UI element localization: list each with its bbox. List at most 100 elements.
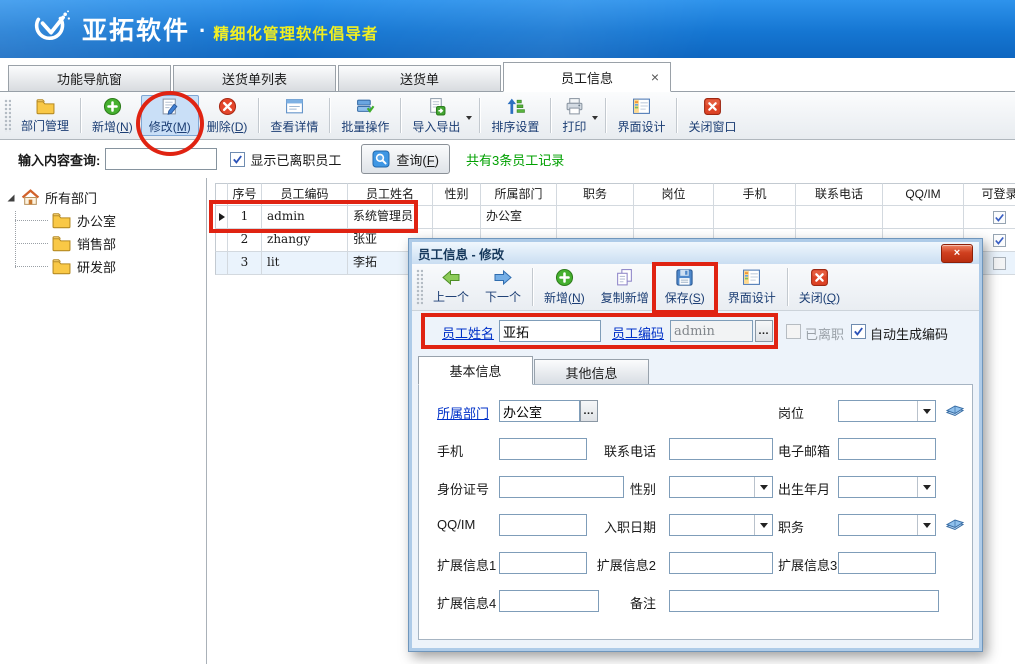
dialog-tab-2[interactable]: 其他信息 [534,359,649,384]
field-combo[interactable] [838,476,936,498]
arrowL-icon [441,269,461,286]
field-label: 入职日期 [547,517,656,536]
toolbar-button-label: 新增(N) [544,289,585,306]
combo-arrow-icon[interactable] [917,515,935,535]
field-combo[interactable] [669,476,773,498]
tree-root-all-departments[interactable]: 所有部门 [0,186,206,209]
table-cell [883,206,964,229]
toolbar-button[interactable]: 查看详情 [262,95,326,136]
toolbar-button-label: 部门管理 [21,117,69,134]
combo-arrow-icon[interactable] [917,477,935,497]
toolbar-button[interactable]: 界面设计 [609,95,673,136]
toolbar-button[interactable]: 上一个 [425,265,477,309]
tab-close-icon[interactable]: × [651,70,659,84]
toolbar-separator [676,98,677,133]
tab-2[interactable]: 送货单列表 [173,65,336,91]
column-header[interactable]: 联系电话 [796,183,883,206]
field-input[interactable] [669,438,773,460]
toolbar-button[interactable]: 保存(S) [657,265,713,309]
column-header[interactable]: 员工姓名 [348,183,433,206]
dialog-tab-1[interactable]: 基本信息 [418,356,533,385]
toolbar-button-label: 上一个 [433,288,469,305]
dropdown-caret-icon[interactable] [466,116,472,120]
column-header[interactable]: 所属部门 [481,183,557,206]
toolbar-button[interactable]: 部门管理 [13,95,77,136]
toolbar-separator [605,98,606,133]
tab-3[interactable]: 送货单 [338,65,501,91]
tab-label: 送货单 [400,69,439,88]
show-resigned-checkbox[interactable] [230,152,245,167]
toolbar-button[interactable]: 关闭(Q) [791,265,848,309]
column-header[interactable]: 职务 [557,183,634,206]
toolbar-button[interactable]: 删除(D) [199,95,256,136]
field-combo[interactable] [669,514,773,536]
field-label: 扩展信息2 [547,555,656,574]
field-label: QQ/IM [437,517,475,532]
design-icon [632,97,651,116]
field-input[interactable] [669,590,939,612]
field-combo[interactable] [838,514,936,536]
tab-label: 送货单列表 [222,69,287,88]
column-header[interactable]: 岗位 [634,183,714,206]
code-ellipsis-button[interactable]: … [755,320,773,342]
can-login-checkbox[interactable] [964,206,1015,229]
column-header[interactable]: QQ/IM [883,183,964,206]
field-input[interactable] [669,552,773,574]
tab-4[interactable]: 员工信息× [503,62,671,92]
main-toolbar: 部门管理新增(N)修改(M)删除(D)查看详情批量操作导入导出排序设置打印界面设… [0,92,1015,140]
dialog-close-icon[interactable]: × [941,244,973,263]
employee-name-input[interactable] [499,320,601,342]
column-header[interactable]: 序号 [228,183,262,206]
tree-item[interactable]: 办公室 [52,209,206,232]
field-combo[interactable] [838,400,936,422]
sort-icon [506,97,525,116]
table-row[interactable]: 1admin系统管理员办公室 [215,206,1015,229]
column-header[interactable]: 性别 [433,183,481,206]
employee-code-label: 员工编码 [612,323,664,342]
folder-icon [52,258,71,275]
toolbar-button[interactable]: 界面设计 [720,265,784,309]
dialog-title-bar[interactable]: 员工信息 - 修改 × [412,242,979,264]
dialog-tab-strip: 基本信息其他信息 [412,351,979,384]
field-input[interactable] [838,552,936,574]
tab-1[interactable]: 功能导航窗 [8,65,171,91]
tree-item[interactable]: 研发部 [52,255,206,278]
toolbar-button[interactable]: 新增(N) [84,95,141,136]
basic-info-tab-page: 所属部门…岗位手机联系电话电子邮箱身份证号性别出生年月QQ/IM入职日期职务扩展… [418,384,973,640]
toolbar-button[interactable]: 下一个 [477,265,529,309]
field-label: 备注 [547,593,656,612]
toolbar-button[interactable]: 打印 [554,95,602,136]
table-cell: lit [262,252,348,275]
toolbar-separator [400,98,401,133]
toolbar-button[interactable]: 导入导出 [404,95,476,136]
toolbar-button-label: 保存(S) [665,289,705,306]
toolbar-button-label: 关闭窗口 [688,118,736,135]
combo-arrow-icon[interactable] [754,515,772,535]
query-input[interactable] [105,148,217,170]
table-cell [796,206,883,229]
column-header[interactable]: 员工编码 [262,183,348,206]
field-input[interactable] [838,438,936,460]
toolbar-button[interactable]: 新增(N) [536,265,593,309]
toolbar-button[interactable]: 复制新增 [593,265,657,309]
autocode-checkbox[interactable] [851,324,866,339]
toolbar-button[interactable]: 修改(M) [141,95,199,136]
dropdown-caret-icon[interactable] [592,116,598,120]
field-label: 职务 [778,517,804,536]
search-button[interactable]: 查询(F) [361,144,450,174]
toolbar-button[interactable]: 排序设置 [483,95,547,136]
combo-arrow-icon[interactable] [917,401,935,421]
toolbar-button[interactable]: 关闭窗口 [680,95,744,136]
document-tab-bar: 功能导航窗 送货单列表 送货单 员工信息× [0,58,1015,92]
toolbar-button[interactable]: 批量操作 [333,95,397,136]
lookup-ellipsis-button[interactable]: … [580,400,598,422]
field-label: 性别 [547,479,656,498]
copy-icon [615,268,634,287]
column-header[interactable]: 可登录 [964,183,1015,206]
toolbar-grip [4,99,11,132]
column-header[interactable]: 手机 [714,183,796,206]
tree-item[interactable]: 销售部 [52,232,206,255]
field-input[interactable] [499,400,580,422]
combo-arrow-icon[interactable] [754,477,772,497]
table-header-row: 序号员工编码员工姓名性别所属部门职务岗位手机联系电话QQ/IM可登录 [215,183,1015,206]
